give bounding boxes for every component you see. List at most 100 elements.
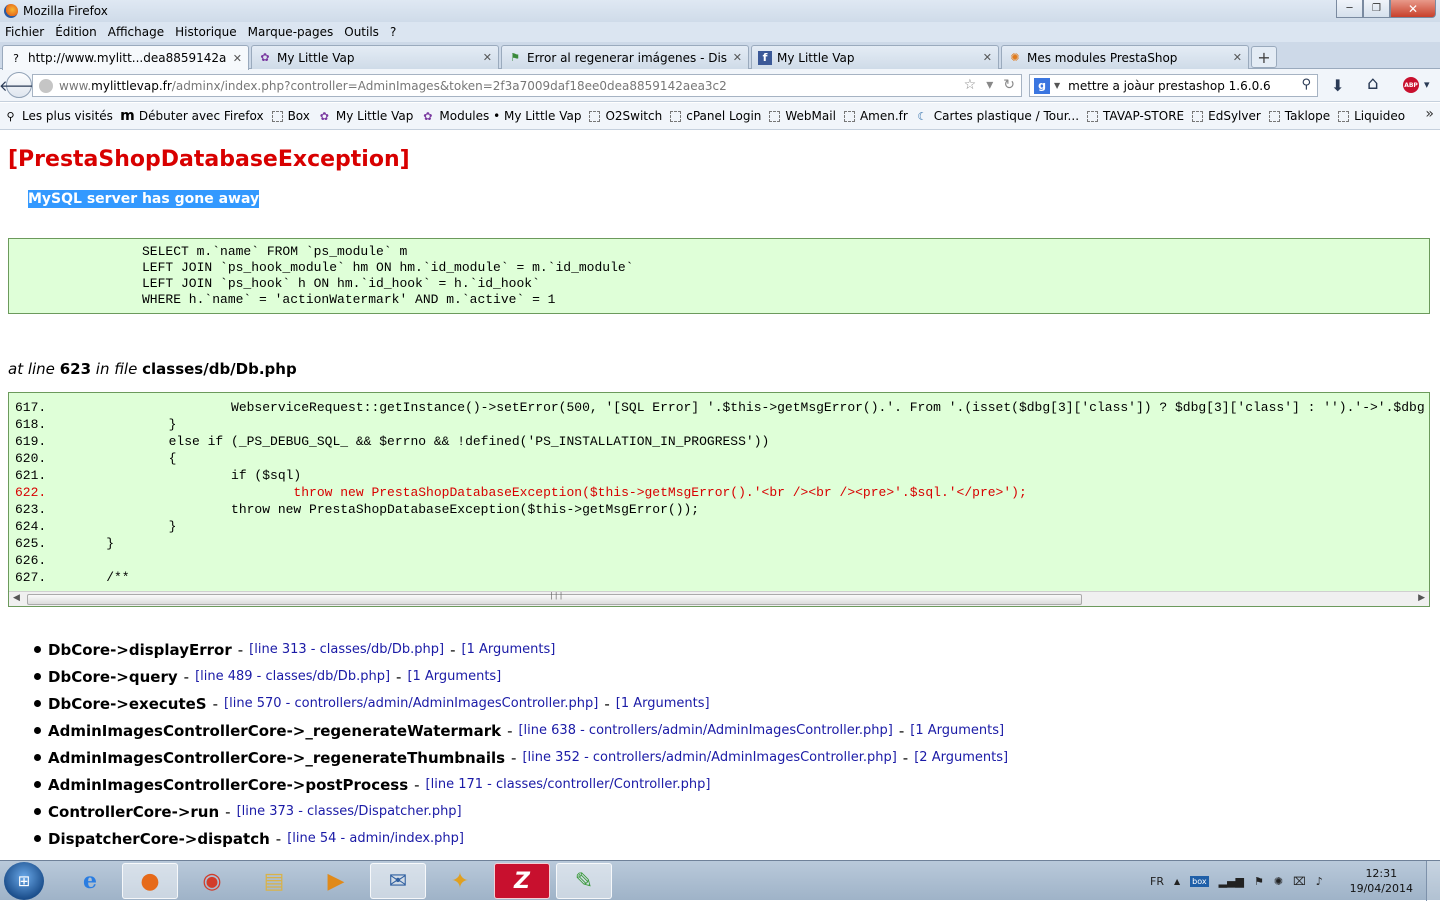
tab-facebook-my-little-vap[interactable]: f My Little Vap ✕ <box>751 45 999 69</box>
trace-function: AdminImagesControllerCore->_regenerateWa… <box>48 721 502 740</box>
trace-args-link[interactable]: [1 Arguments] <box>407 667 501 687</box>
box-sync-icon[interactable]: box <box>1190 875 1209 887</box>
adblock-dropdown-icon[interactable]: ▾ <box>1424 78 1430 91</box>
menu-affichage[interactable]: Affichage <box>108 25 164 39</box>
scroll-right-arrow-icon[interactable]: ▶ <box>1418 593 1425 603</box>
bookmark-liquideo[interactable]: Liquideo <box>1338 109 1405 123</box>
bookmark-webmail[interactable]: WebMail <box>769 109 836 123</box>
internet-explorer-icon[interactable]: e <box>62 863 118 899</box>
trace-file-link[interactable]: [line 373 - classes/Dispatcher.php] <box>237 802 462 822</box>
site-identity-icon[interactable] <box>39 78 53 93</box>
menu-marque-pages[interactable]: Marque-pages <box>248 25 334 39</box>
downloads-icon[interactable]: ⬇ <box>1331 76 1344 95</box>
language-indicator[interactable]: FR <box>1150 875 1164 888</box>
menu-fichier[interactable]: Fichier <box>5 25 44 39</box>
tab-label: Mes modules PrestaShop <box>1027 50 1178 65</box>
trace-file-link[interactable]: [line 54 - admin/index.php] <box>287 829 464 849</box>
file-explorer-icon[interactable]: ▤ <box>246 863 302 899</box>
history-dropdown-icon[interactable]: ▾ <box>986 77 993 93</box>
network-icon[interactable]: ✺ <box>1274 875 1283 888</box>
code-text: { <box>75 451 177 466</box>
chrome-icon[interactable]: ◉ <box>184 863 240 899</box>
signal-icon[interactable]: ▂▄▆ <box>1219 875 1244 888</box>
code-line-number: 626. <box>15 553 47 568</box>
media-player-icon[interactable]: ▶ <box>308 863 364 899</box>
code-line-number: 621. <box>15 468 47 483</box>
close-tab-icon[interactable]: ✕ <box>733 51 742 64</box>
close-window-button[interactable]: ✕ <box>1390 0 1436 18</box>
bookmark-amen[interactable]: Amen.fr <box>843 109 908 123</box>
google-icon[interactable]: g <box>1034 77 1050 94</box>
maximize-button[interactable]: ❐ <box>1363 0 1390 18</box>
trace-args-link[interactable]: [1 Arguments] <box>910 721 1004 741</box>
firefox-taskbar-icon[interactable]: ● <box>122 863 178 899</box>
trace-file-link[interactable]: [line 638 - controllers/admin/AdminImage… <box>518 721 892 741</box>
code-line: 624. } <box>9 518 1429 535</box>
search-icon[interactable]: ⚲ <box>1301 77 1311 92</box>
search-bar[interactable]: g ▼ mettre a joàur prestashop 1.6.0.6 ⚲ <box>1029 74 1318 97</box>
trace-args-link[interactable]: [2 Arguments] <box>914 748 1008 768</box>
trace-file-link[interactable]: [line 489 - classes/db/Db.php] <box>195 667 390 687</box>
search-engine-dropdown-icon[interactable]: ▼ <box>1054 81 1060 90</box>
bookmark-les-plus-visites[interactable]: ⚲ Les plus visités <box>4 109 112 123</box>
power-icon[interactable]: ⌧ <box>1293 875 1306 888</box>
minimize-button[interactable]: ─ <box>1336 0 1363 18</box>
scroll-left-arrow-icon[interactable]: ◀ <box>13 593 20 603</box>
home-icon[interactable]: ⌂ <box>1367 73 1378 94</box>
bookmark-star-icon[interactable]: ☆ <box>964 77 977 93</box>
adblock-plus-icon[interactable]: ABP <box>1403 77 1419 93</box>
bookmark-label: Box <box>287 109 310 123</box>
menu-outils[interactable]: Outils <box>344 25 379 39</box>
trace-file-link[interactable]: [line 570 - controllers/admin/AdminImage… <box>224 694 598 714</box>
bookmark-edsylver[interactable]: EdSylver <box>1192 109 1261 123</box>
in-file-label: in file <box>95 360 138 378</box>
volume-icon[interactable]: ♪ <box>1316 875 1323 888</box>
clock[interactable]: 12:31 19/04/2014 <box>1350 866 1413 896</box>
tab-error-discussion[interactable]: ⚑ Error al regenerar imágenes - Discusi.… <box>501 45 749 69</box>
trace-file-link[interactable]: [line 313 - classes/db/Db.php] <box>249 640 444 660</box>
source-code-box[interactable]: 617. WebserviceRequest::getInstance()->s… <box>8 392 1430 607</box>
bookmark-modules[interactable]: ✿ Modules • My Little Vap <box>421 109 581 123</box>
trace-file-link[interactable]: [line 352 - controllers/admin/AdminImage… <box>522 748 896 768</box>
bookmark-cartes-plastique[interactable]: ☾ Cartes plastique / Tour... <box>916 109 1079 123</box>
url-bar[interactable]: www. mylittlevap.fr/adminx/index.php?cont… <box>32 74 1022 97</box>
code-line-number: 623. <box>15 502 47 517</box>
action-center-flag-icon[interactable]: ⚑ <box>1254 875 1264 888</box>
horizontal-scrollbar[interactable]: ◀ ||| ▶ <box>9 591 1429 606</box>
menu-edition[interactable]: Édition <box>55 25 97 39</box>
trace-separator: - <box>396 667 402 686</box>
new-tab-button[interactable]: + <box>1251 46 1277 68</box>
tab-admin-images[interactable]: ? http://www.mylitt...dea8859142aea3c2 ✕ <box>2 45 249 70</box>
reload-icon[interactable]: ↻ <box>1003 77 1015 93</box>
trace-args-link[interactable]: [1 Arguments] <box>462 640 556 660</box>
system-tray: FR ▲ box ▂▄▆ ⚑ ✺ ⌧ ♪ <box>1150 861 1323 901</box>
tab-my-little-vap[interactable]: ✿ My Little Vap ✕ <box>251 45 499 69</box>
bookmark-o2switch[interactable]: O2Switch <box>589 109 662 123</box>
back-button[interactable]: 🡐 <box>0 72 39 98</box>
bookmark-my-little-vap[interactable]: ✿ My Little Vap <box>318 109 414 123</box>
start-button[interactable]: ⊞ <box>4 862 44 900</box>
close-tab-icon[interactable]: ✕ <box>483 51 492 64</box>
notepad-icon[interactable]: ✎ <box>556 863 612 899</box>
more-bookmarks-chevron-icon[interactable]: » <box>1425 106 1434 122</box>
filezilla-icon[interactable]: Z <box>494 863 550 899</box>
bookmark-box[interactable]: Box <box>271 109 310 123</box>
tab-mes-modules[interactable]: ✺ Mes modules PrestaShop ✕ <box>1001 45 1249 69</box>
close-tab-icon[interactable]: ✕ <box>1233 51 1242 64</box>
close-tab-icon[interactable]: ✕ <box>233 52 242 65</box>
show-desktop-button[interactable] <box>1426 861 1440 901</box>
bookmark-tavap-store[interactable]: TAVAP-STORE <box>1087 109 1184 123</box>
menu-historique[interactable]: Historique <box>175 25 237 39</box>
show-hidden-icons-icon[interactable]: ▲ <box>1174 877 1180 886</box>
thunderbird-icon[interactable]: ✉ <box>370 863 426 899</box>
folder-icon <box>769 110 781 122</box>
bookmark-cpanel-login[interactable]: cPanel Login <box>670 109 761 123</box>
search-input[interactable]: mettre a joàur prestashop 1.6.0.6 <box>1068 79 1271 93</box>
trace-file-link[interactable]: [line 171 - classes/controller/Controlle… <box>426 775 711 795</box>
bookmark-debuter-avec-firefox[interactable]: m Débuter avec Firefox <box>120 108 263 124</box>
bookmark-taklope[interactable]: Taklope <box>1268 109 1330 123</box>
trace-args-link[interactable]: [1 Arguments] <box>616 694 710 714</box>
close-tab-icon[interactable]: ✕ <box>983 51 992 64</box>
menu-help[interactable]: ? <box>390 25 396 39</box>
tools-icon[interactable]: ✦ <box>432 863 488 899</box>
